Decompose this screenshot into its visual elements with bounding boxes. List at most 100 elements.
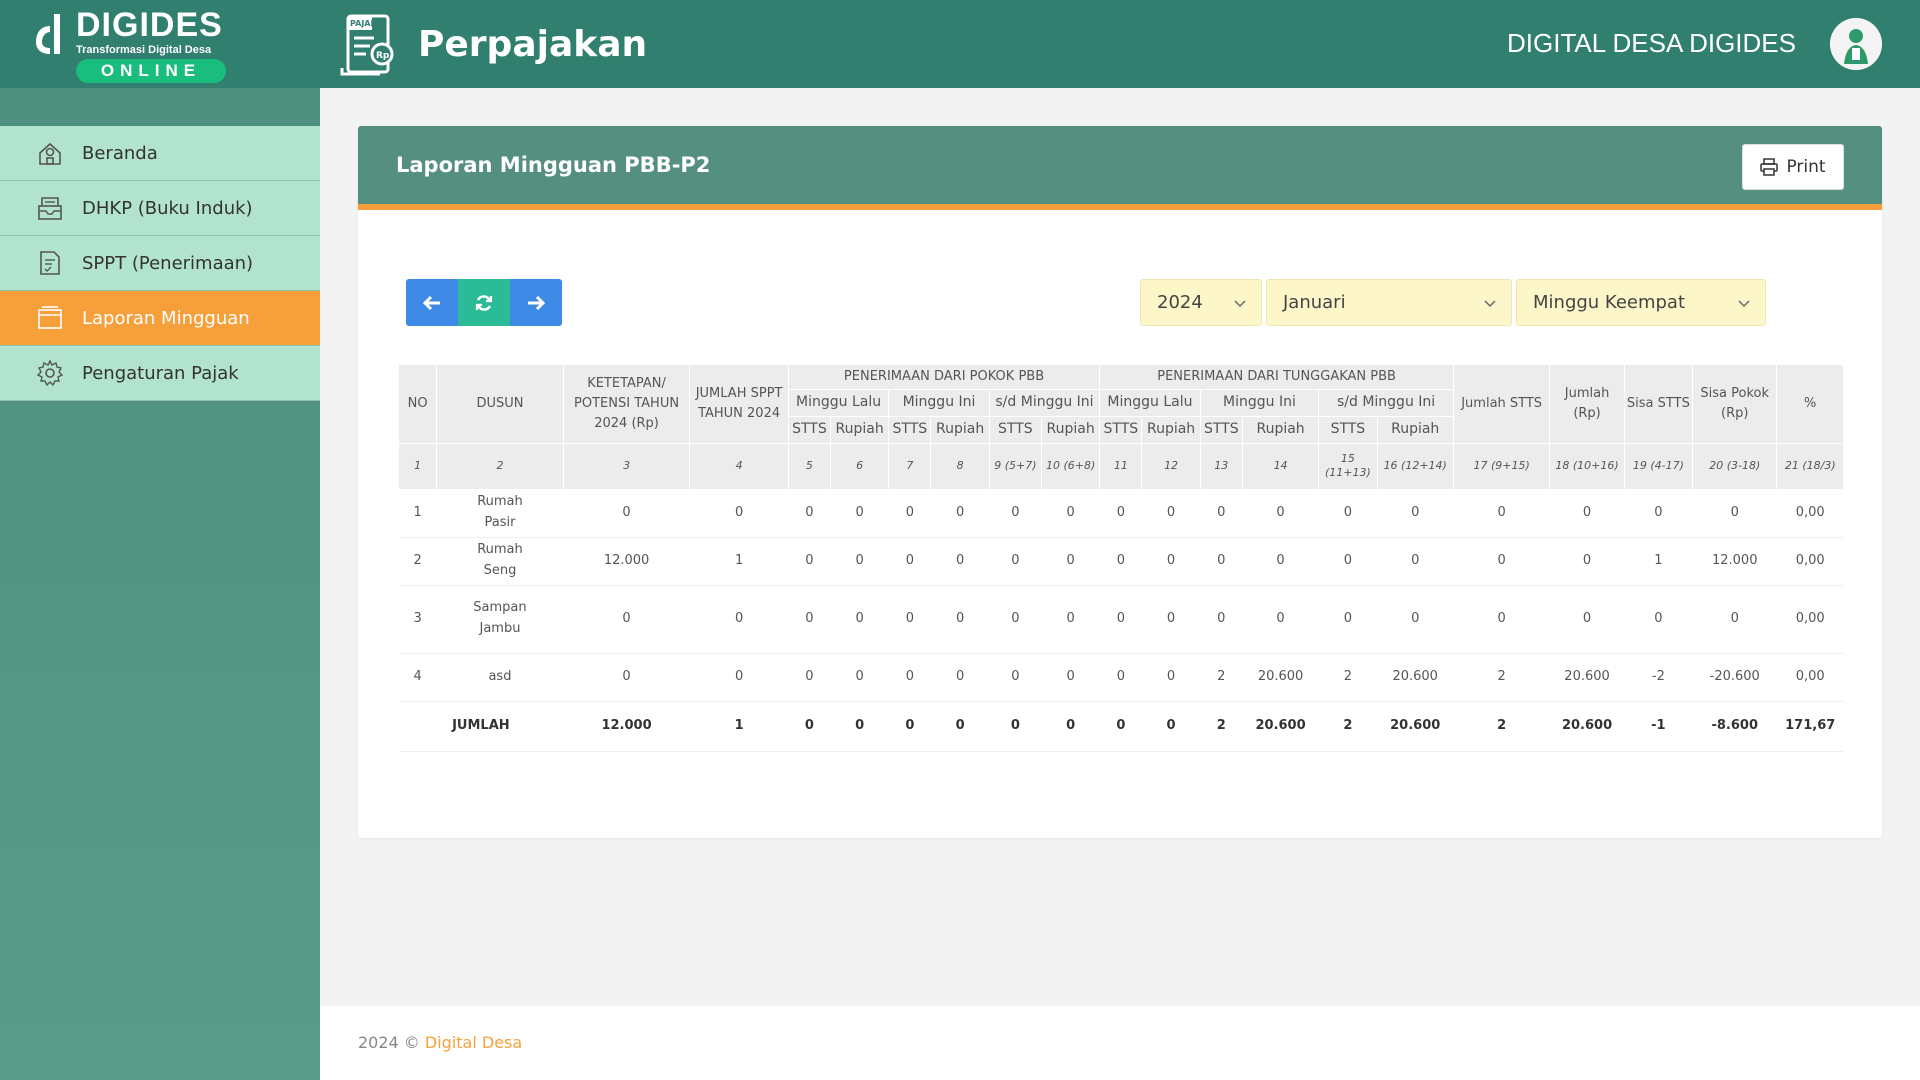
report-card: Laporan Mingguan PBB-P2 Print 2024 Janua… [358, 126, 1882, 838]
refresh-button[interactable] [458, 279, 510, 326]
table-cell: 0 [989, 489, 1042, 538]
col-number: 2 [436, 442, 564, 490]
refresh-icon [475, 294, 493, 311]
footer: 2024 © Digital Desa [320, 1006, 1920, 1080]
card-header: Laporan Mingguan PBB-P2 Print [358, 126, 1882, 210]
col-header-rupiah: Rupiah [1241, 415, 1320, 444]
total-cell: 2 [1453, 701, 1550, 752]
total-cell: 2 [1318, 701, 1378, 752]
app-icon-label: PAJAK [350, 19, 377, 28]
footer-copyright: 2024 © Digital Desa [358, 1033, 522, 1052]
col-header-minggu-ini: Minggu Ini [1199, 389, 1320, 417]
inbox-tray-icon [38, 197, 62, 220]
print-label: Print [1786, 157, 1826, 177]
brand-logo[interactable]: DIGIDES Transformasi Digital Desa ONLINE [34, 6, 254, 83]
print-button[interactable]: Print [1742, 144, 1844, 190]
table-cell: 0 [888, 585, 931, 654]
table-cell: 0 [1318, 489, 1378, 538]
table-cell: 0 [1549, 585, 1625, 654]
month-select-value: Januari [1283, 292, 1346, 313]
col-number: 9 (5+7) [988, 442, 1042, 490]
col-header-stts: STTS [1199, 415, 1243, 444]
home-icon [39, 142, 61, 165]
sidebar-item-pengaturan-pajak[interactable]: Pengaturan Pajak [0, 346, 320, 401]
table-cell: 0 [1099, 653, 1142, 702]
table-row: 3 Sampan Jambu 0 0 0 0 0 0 0 0 0 0 0 0 0 0 0 0 0 0 0,00 [398, 585, 1844, 654]
total-cell: 171,67 [1776, 701, 1844, 752]
year-select[interactable]: 2024 [1140, 279, 1262, 326]
col-number: 11 [1099, 442, 1143, 490]
total-cell: 0 [788, 701, 831, 752]
sidebar-item-sppt[interactable]: SPPT (Penerimaan) [0, 236, 320, 291]
col-header-stts: STTS [787, 415, 832, 444]
sidebar-item-label: Laporan Mingguan [82, 307, 250, 329]
table-cell: 0 [1318, 585, 1378, 654]
table-cell: 0 [1242, 489, 1319, 538]
table-cell: 0 [930, 653, 990, 702]
table-cell: 0 [1453, 489, 1550, 538]
page-title: Perpajakan [418, 24, 648, 65]
table-cell: 0 [1549, 537, 1625, 586]
week-navigation [406, 279, 562, 326]
total-cell: 20.600 [1242, 701, 1319, 752]
col-header-dusun: DUSUN [436, 364, 564, 444]
table-cell: 0 [830, 489, 889, 538]
total-cell: 0 [1141, 701, 1201, 752]
total-cell: 20.600 [1377, 701, 1454, 752]
col-number: 1 [397, 442, 438, 490]
brand-name: DIGIDES [76, 6, 223, 44]
col-number: 21 (18/3) [1776, 442, 1844, 490]
month-select[interactable]: Januari [1266, 279, 1512, 326]
col-header-minggu-ini: Minggu Ini [888, 389, 990, 417]
col-number: 8 [930, 442, 990, 490]
brand-badge: ONLINE [76, 59, 226, 83]
table-cell: 0 [888, 537, 931, 586]
col-number: 19 (4-17) [1623, 442, 1694, 490]
table-cell: 0 [1692, 585, 1777, 654]
sidebar-item-label: SPPT (Penerimaan) [82, 252, 254, 274]
sidebar-item-dhkp[interactable]: DHKP (Buku Induk) [0, 181, 320, 236]
app-icon-coin: Rp [376, 51, 390, 61]
table-cell: 0,00 [1776, 537, 1844, 586]
table-row: 1 Rumah Pasir 0 0 0 0 0 0 0 0 0 0 0 0 0 0 0 0 0 0 0,00 [398, 489, 1844, 538]
col-header-stts: STTS [1318, 415, 1378, 444]
table-cell: 0 [1453, 585, 1550, 654]
table-cell: 0 [1377, 489, 1454, 538]
col-header-no: NO [397, 364, 438, 444]
week-select-value: Minggu Keempat [1533, 292, 1686, 313]
col-header-jumlah-sppt: JUMLAH SPPT TAHUN 2024 [689, 364, 789, 444]
previous-week-button[interactable] [406, 279, 458, 326]
table-cell: 0 [1041, 585, 1100, 654]
table-cell: 0 [989, 653, 1042, 702]
sidebar-item-beranda[interactable]: Beranda [0, 126, 320, 181]
table-cell: 0 [1041, 489, 1100, 538]
table-cell: 0 [563, 653, 690, 702]
table-cell: 0 [888, 489, 931, 538]
table-cell: 0 [1318, 537, 1378, 586]
table-cell: 0 [1141, 489, 1201, 538]
col-header-jumlah-rp: Jumlah (Rp) [1549, 364, 1625, 444]
col-header-sd-minggu-ini: s/d Minggu Ini [1318, 389, 1454, 417]
sidebar: Beranda DHKP (Buku Induk) SPPT (Penerima… [0, 88, 320, 1080]
next-week-button[interactable] [510, 279, 562, 326]
table-cell: 0 [1242, 585, 1319, 654]
col-header-stts: STTS [988, 415, 1042, 444]
table-cell: 0,00 [1776, 585, 1844, 654]
col-header-rupiah: Rupiah [1376, 415, 1454, 444]
footer-link[interactable]: Digital Desa [425, 1033, 522, 1052]
sidebar-item-laporan-mingguan[interactable]: Laporan Mingguan [0, 291, 320, 346]
table-cell: 0 [689, 653, 789, 702]
table-cell: 0 [1624, 585, 1693, 654]
table-cell: 20.600 [1242, 653, 1319, 702]
table-cell: 0 [1624, 489, 1693, 538]
table-cell: 0,00 [1776, 489, 1844, 538]
user-avatar[interactable] [1830, 18, 1882, 70]
cell-dusun: asd [436, 653, 564, 702]
week-select[interactable]: Minggu Keempat [1516, 279, 1766, 326]
table-cell: 0 [1099, 489, 1142, 538]
folder-icon [38, 306, 62, 329]
col-number: 12 [1141, 442, 1201, 490]
total-row: JUMLAH 12.000 1 0 0 0 0 0 0 0 0 2 20.600 2 20.600 2 20.6… [398, 701, 1844, 752]
total-cell: 0 [1041, 701, 1100, 752]
digides-logo-icon [36, 14, 60, 54]
